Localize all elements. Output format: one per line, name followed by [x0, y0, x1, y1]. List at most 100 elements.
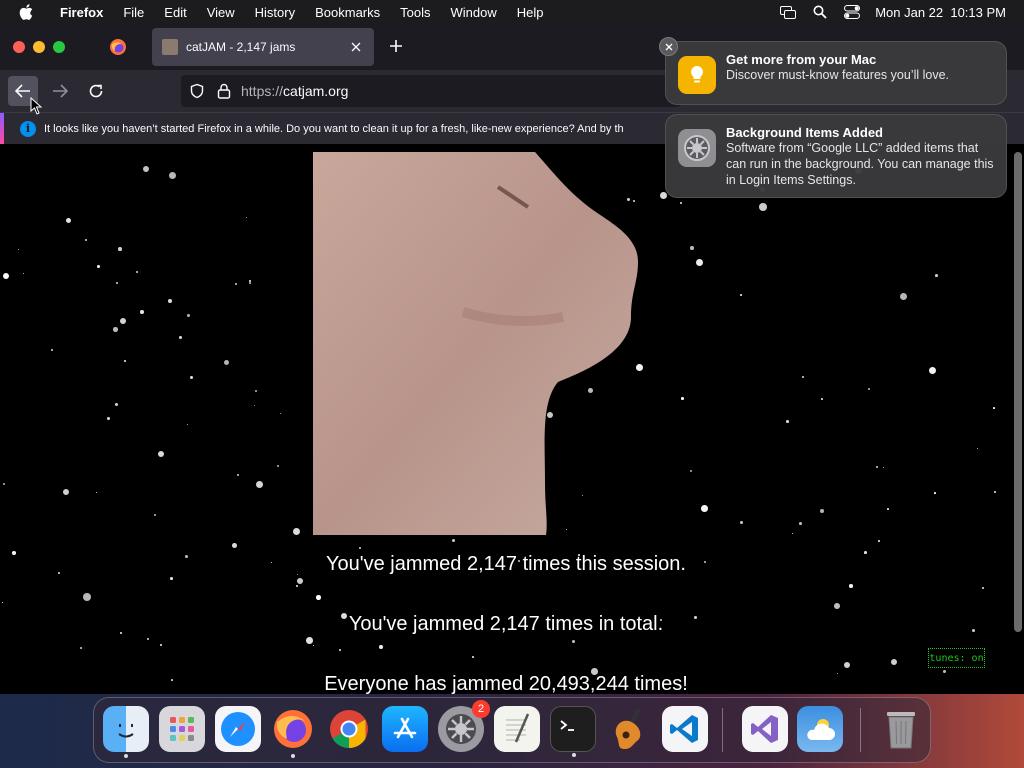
- lock-icon[interactable]: [217, 83, 231, 99]
- zoom-window-button[interactable]: [53, 41, 65, 53]
- star: [116, 282, 119, 285]
- star: [306, 637, 313, 644]
- settings-notification-badge: 2: [472, 700, 490, 718]
- mouse-cursor-icon: [30, 97, 42, 115]
- star: [316, 595, 321, 600]
- star: [3, 273, 9, 279]
- new-tab-icon[interactable]: [386, 36, 406, 56]
- star: [934, 492, 936, 494]
- star: [982, 587, 984, 589]
- dock-safari-icon[interactable]: [215, 706, 261, 752]
- tab-catjam[interactable]: catJAM - 2,147 jams: [152, 28, 374, 66]
- star: [740, 521, 743, 524]
- star: [792, 533, 794, 535]
- catjam-gif: [313, 152, 638, 535]
- control-center-icon[interactable]: [843, 5, 861, 19]
- dock-textedit-icon[interactable]: [494, 706, 540, 752]
- menubar-clock[interactable]: Mon Jan 22 10:13 PM: [875, 5, 1006, 20]
- notification-title: Background Items Added: [726, 125, 883, 140]
- star: [696, 259, 703, 266]
- dock-terminal-icon[interactable]: [550, 706, 596, 757]
- dock-vscode-icon[interactable]: [662, 706, 708, 752]
- star: [900, 293, 907, 300]
- star: [690, 470, 693, 473]
- menu-bookmarks[interactable]: Bookmarks: [305, 5, 390, 20]
- star: [802, 376, 804, 378]
- running-indicator: [124, 754, 128, 758]
- minimize-window-button[interactable]: [33, 41, 45, 53]
- dock-trash-icon[interactable]: [878, 706, 924, 752]
- dock-chrome-icon[interactable]: [326, 706, 372, 752]
- dock-app-store-icon[interactable]: [382, 706, 428, 752]
- tracking-protection-shield-icon[interactable]: [189, 83, 205, 99]
- star: [158, 451, 165, 458]
- apple-menu-icon[interactable]: [16, 0, 36, 24]
- tips-icon: [678, 56, 716, 94]
- star: [187, 314, 191, 318]
- dock-weather-icon[interactable]: [797, 706, 843, 752]
- menu-view[interactable]: View: [197, 5, 245, 20]
- star: [18, 249, 19, 250]
- menu-help[interactable]: Help: [507, 5, 554, 20]
- address-bar[interactable]: https://catjam.org: [181, 75, 681, 107]
- system-settings-icon: [678, 129, 716, 167]
- star: [977, 448, 979, 450]
- star: [2, 602, 4, 604]
- star: [690, 246, 694, 250]
- star: [878, 540, 880, 542]
- star: [140, 310, 144, 314]
- spotlight-icon[interactable]: [811, 5, 829, 19]
- star: [887, 508, 889, 510]
- star: [170, 577, 173, 580]
- star: [23, 273, 25, 275]
- tab-close-icon[interactable]: [348, 39, 364, 55]
- star: [821, 398, 823, 400]
- notification-tips[interactable]: Get more from your Mac Discover must-kno…: [665, 41, 1007, 105]
- firefox-view-icon[interactable]: [109, 38, 127, 56]
- star: [280, 413, 282, 415]
- star: [680, 202, 683, 205]
- star: [701, 505, 708, 512]
- tab-favicon: [162, 39, 178, 55]
- notification-close-icon[interactable]: [659, 37, 678, 56]
- menu-tools[interactable]: Tools: [390, 5, 440, 20]
- menu-file[interactable]: File: [113, 5, 154, 20]
- dock-visual-studio-icon[interactable]: [742, 706, 788, 752]
- star: [935, 274, 938, 277]
- dock-garageband-icon[interactable]: [606, 706, 652, 752]
- menu-history[interactable]: History: [245, 5, 305, 20]
- star: [379, 645, 383, 649]
- star: [63, 489, 70, 496]
- star: [472, 656, 474, 658]
- screen-mirroring-icon[interactable]: [779, 5, 797, 19]
- star: [297, 578, 304, 585]
- star: [359, 547, 362, 550]
- dock-firefox-icon[interactable]: [270, 706, 316, 758]
- star: [681, 397, 684, 400]
- star: [168, 299, 172, 303]
- scrollbar-thumb[interactable]: [1014, 152, 1022, 632]
- forward-button[interactable]: [45, 76, 75, 106]
- star: [740, 294, 743, 297]
- dock-launchpad-icon[interactable]: [159, 706, 205, 752]
- star: [876, 466, 878, 468]
- page-scrollbar[interactable]: [1012, 152, 1024, 694]
- star: [124, 360, 127, 363]
- star: [147, 638, 150, 641]
- star: [834, 603, 840, 609]
- dock-separator: [722, 708, 723, 752]
- reload-button[interactable]: [81, 76, 111, 106]
- close-window-button[interactable]: [13, 41, 25, 53]
- dock-finder-icon[interactable]: [103, 706, 149, 758]
- menu-app-name[interactable]: Firefox: [50, 5, 113, 20]
- star: [849, 584, 853, 588]
- dock-system-settings-icon[interactable]: 2: [438, 700, 490, 752]
- tunes-toggle-button[interactable]: tunes: on: [928, 648, 985, 668]
- star: [277, 465, 280, 468]
- session-jam-count: You've jammed 2,147 times this session.: [326, 553, 686, 575]
- star: [115, 403, 118, 406]
- star: [246, 217, 248, 219]
- menu-edit[interactable]: Edit: [154, 5, 196, 20]
- notification-background-items[interactable]: Background Items Added Software from “Go…: [665, 114, 1007, 198]
- menu-window[interactable]: Window: [441, 5, 507, 20]
